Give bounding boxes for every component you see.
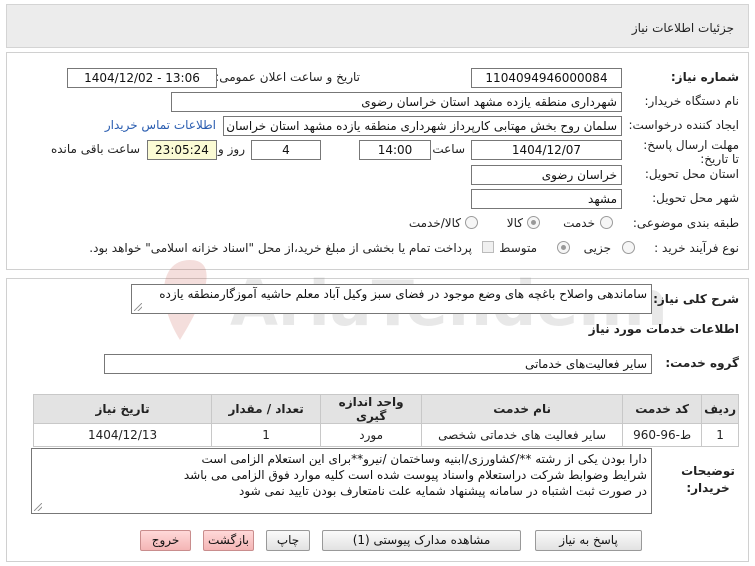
col-header-need-date: تاریخ نیاز <box>32 394 213 424</box>
buyer-org-field[interactable]: شهرداری منطقه یازده مشهد استان خراسان رض… <box>171 92 622 112</box>
services-table: ردیف کد خدمت نام خدمت واحد اندازه گیری ت… <box>32 394 739 447</box>
summary-label: شرح کلی نیاز: <box>653 292 739 306</box>
category-option-goods-label: کالا <box>506 216 523 230</box>
service-group-label: گروه خدمت: <box>665 356 739 370</box>
page-title: جزئیات اطلاعات نیاز <box>631 21 734 35</box>
days-label: روز و <box>218 142 245 156</box>
col-header-unit: واحد اندازه گیری <box>320 394 423 424</box>
category-service-radio[interactable] <box>600 216 613 229</box>
buyer-notes-line: شرایط وضوابط شرکت دراستعلام واسناد پیوست… <box>183 468 647 482</box>
remaining-time-field: 23:05:24 <box>147 140 217 160</box>
deadline-date-field[interactable]: 1404/12/07 <box>471 140 622 160</box>
exit-button[interactable]: خروج <box>140 530 191 551</box>
back-button[interactable]: بازگشت <box>203 530 254 551</box>
delivery-province-label: استان محل تحویل: <box>644 167 739 181</box>
col-header-service-name: نام خدمت <box>421 394 624 424</box>
category-label: طبقه بندی موضوعی: <box>632 216 739 230</box>
buyer-notes-label: توضیحات خریدار: <box>681 464 735 495</box>
reply-button[interactable]: پاسخ به نیاز <box>535 530 642 551</box>
remaining-time-label: ساعت باقی مانده <box>50 142 140 156</box>
table-row: 1 ط-96-960 سایر فعالیت های خدماتی شخصی م… <box>32 423 739 447</box>
summary-textarea[interactable]: ساماندهی واصلاح باغچه های وضع موجود در ف… <box>131 284 652 314</box>
buyer-notes-line: دارا بودن یکی از رشته **/کشاورزی/ابنیه و… <box>201 452 647 466</box>
summary-text: ساماندهی واصلاح باغچه های وضع موجود در ف… <box>159 287 647 301</box>
table-header-row: ردیف کد خدمت نام خدمت واحد اندازه گیری ت… <box>32 394 739 424</box>
purchase-minor-radio[interactable] <box>622 241 635 254</box>
delivery-province-field[interactable]: خراسان رضوی <box>471 165 622 185</box>
delivery-city-field[interactable]: مشهد <box>471 189 622 209</box>
treasury-payment-checkbox[interactable] <box>482 241 494 253</box>
need-number-field[interactable]: 1104094946000084 <box>471 68 622 88</box>
category-goods-radio[interactable] <box>527 216 540 229</box>
purchase-minor-label: جزیی <box>583 241 611 255</box>
requester-field[interactable]: سلمان روح بخش مهتابی کارپرداز شهرداری من… <box>223 116 622 136</box>
col-header-row-no: ردیف <box>701 394 739 424</box>
deadline-time-label: ساعت <box>432 142 465 156</box>
buyer-notes-textarea[interactable]: دارا بودن یکی از رشته **/کشاورزی/ابنیه و… <box>31 448 652 514</box>
cell-need-date: 1404/12/13 <box>32 423 213 447</box>
delivery-city-label: شهر محل تحویل: <box>652 191 739 205</box>
resize-grip-icon[interactable] <box>134 303 142 311</box>
announce-datetime-label: تاریخ و ساعت اعلان عمومی: <box>215 70 360 84</box>
cell-quantity: 1 <box>211 423 322 447</box>
purchase-medium-label: متوسط <box>499 241 537 255</box>
category-option-service-label: خدمت <box>563 216 595 230</box>
deadline-label: مهلت ارسال پاسخ: تا تاریخ: <box>643 138 739 166</box>
requester-label: ایجاد کننده درخواست: <box>628 118 739 132</box>
buyer-org-label: نام دستگاه خریدار: <box>644 94 740 108</box>
remaining-days-field[interactable]: 4 <box>251 140 321 160</box>
treasury-payment-note: پرداخت تمام یا بخشی از مبلغ خرید،از محل … <box>89 241 472 255</box>
cell-service-name: سایر فعالیت های خدماتی شخصی <box>421 423 624 447</box>
cell-service-code: ط-96-960 <box>622 423 703 447</box>
buyer-contact-link[interactable]: اطلاعات تماس خریدار <box>105 118 216 132</box>
resize-grip-icon[interactable] <box>34 503 42 511</box>
cell-row-no: 1 <box>701 423 739 447</box>
purchase-medium-radio[interactable] <box>557 241 570 254</box>
cell-unit: مورد <box>320 423 423 447</box>
view-attachments-button[interactable]: مشاهده مدارک پیوستی (1) <box>322 530 521 551</box>
category-option-mixed-label: کالا/خدمت <box>408 216 461 230</box>
col-header-service-code: کد خدمت <box>622 394 703 424</box>
page-header: جزئیات اطلاعات نیاز <box>6 4 749 48</box>
service-group-field[interactable]: سایر فعالیت‌های خدماتی <box>104 354 652 374</box>
services-section-title: اطلاعات خدمات مورد نیاز <box>588 322 739 336</box>
col-header-quantity: تعداد / مقدار <box>211 394 322 424</box>
buyer-notes-line: در صورت ثبت اشتباه در سامانه پیشنهاد شما… <box>239 484 647 498</box>
need-number-label: شماره نیاز: <box>670 70 739 84</box>
announce-datetime-field[interactable]: 1404/12/02 - 13:06 <box>67 68 217 88</box>
category-mixed-radio[interactable] <box>465 216 478 229</box>
purchase-type-label: نوع فرآیند خرید : <box>654 241 739 255</box>
deadline-time-field[interactable]: 14:00 <box>359 140 431 160</box>
print-button[interactable]: چاپ <box>266 530 310 551</box>
